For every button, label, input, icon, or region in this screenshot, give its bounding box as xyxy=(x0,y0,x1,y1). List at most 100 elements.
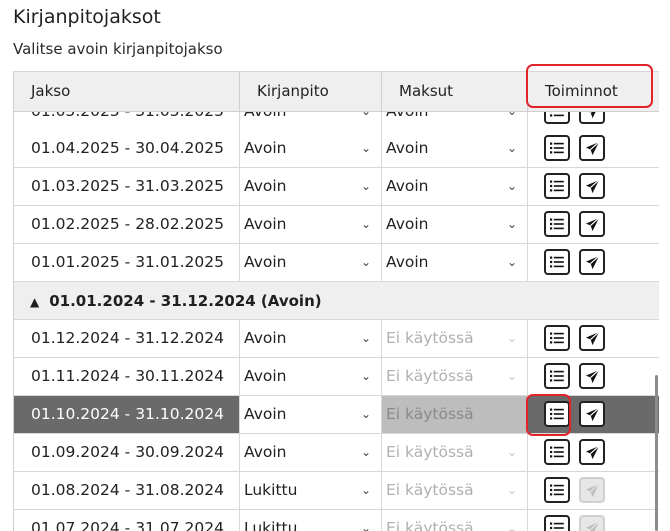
maksut-select: Ei käytössä ⌄ xyxy=(382,396,528,433)
period-cell: 01.04.2025 - 30.04.2025 xyxy=(14,130,240,167)
kirjanpito-value: Avoin xyxy=(244,367,287,385)
send-icon[interactable] xyxy=(579,211,605,237)
chevron-down-icon: ⌄ xyxy=(506,445,517,459)
send-icon xyxy=(579,515,605,531)
kirjanpito-select[interactable]: Avoin ⌄ xyxy=(240,320,382,357)
chevron-down-icon: ⌄ xyxy=(506,407,517,421)
maksut-value: Avoin xyxy=(386,215,429,233)
period-cell: 01.07.2024 - 31.07.2024 xyxy=(14,510,240,531)
period-cell: 01.12.2024 - 31.12.2024 xyxy=(14,320,240,357)
maksut-select[interactable]: Avoin ⌄ xyxy=(382,206,528,243)
list-icon[interactable] xyxy=(544,211,570,237)
list-icon[interactable] xyxy=(544,363,570,389)
chevron-down-icon: ⌄ xyxy=(506,255,517,269)
group-label: 01.01.2024 - 31.12.2024 (Avoin) xyxy=(49,292,322,310)
table-row[interactable]: 01.09.2024 - 30.09.2024 Avoin ⌄ Ei käytös… xyxy=(14,434,659,472)
kirjanpito-select[interactable]: Avoin ⌄ xyxy=(240,434,382,471)
table-row[interactable]: 01.07.2024 - 31.07.2024 Lukittu ⌄ Ei käyt… xyxy=(14,510,659,531)
chevron-down-icon: ⌄ xyxy=(360,407,371,421)
kirjanpito-value: Avoin xyxy=(244,139,287,157)
kirjanpito-select[interactable]: Avoin ⌄ xyxy=(240,358,382,395)
chevron-down-icon: ⌄ xyxy=(506,483,517,497)
kirjanpito-select[interactable]: Avoin ⌄ xyxy=(240,168,382,205)
maksut-select[interactable]: Avoin ⌄ xyxy=(382,130,528,167)
maksut-value: Avoin xyxy=(386,177,429,195)
maksut-value: Ei käytössä xyxy=(386,367,474,385)
chevron-down-icon: ⌄ xyxy=(506,369,517,383)
kirjanpito-select[interactable]: Avoin ⌄ xyxy=(240,206,382,243)
chevron-down-icon: ⌄ xyxy=(360,255,371,269)
send-icon[interactable] xyxy=(579,249,605,275)
table-row[interactable]: 01.11.2024 - 30.11.2024 Avoin ⌄ Ei käytös… xyxy=(14,358,659,396)
actions-cell xyxy=(528,358,659,395)
kirjanpito-value: Avoin xyxy=(244,177,287,195)
periods-table: Jakso Kirjanpito Maksut Toiminnot 01.05.… xyxy=(13,71,659,531)
list-icon[interactable] xyxy=(544,135,570,161)
kirjanpito-value: Avoin xyxy=(244,405,287,423)
table-row[interactable]: 01.04.2025 - 30.04.2025 Avoin ⌄ Avoin ⌄ xyxy=(14,130,659,168)
column-header-kirjanpito[interactable]: Kirjanpito xyxy=(240,72,382,111)
chevron-down-icon: ⌄ xyxy=(360,331,371,345)
maksut-value: Avoin xyxy=(386,253,429,271)
maksut-select: Ei käytössä ⌄ xyxy=(382,320,528,357)
column-header-maksut[interactable]: Maksut xyxy=(382,72,528,111)
chevron-down-icon: ⌄ xyxy=(360,179,371,193)
table-row[interactable]: 01.12.2024 - 31.12.2024 Avoin ⌄ Ei käytös… xyxy=(14,320,659,358)
kirjanpito-value: Avoin xyxy=(244,215,287,233)
table-row[interactable]: 01.02.2025 - 28.02.2025 Avoin ⌄ Avoin ⌄ xyxy=(14,206,659,244)
send-icon xyxy=(579,477,605,503)
chevron-down-icon: ⌄ xyxy=(506,331,517,345)
maksut-select[interactable]: Avoin ⌄ xyxy=(382,168,528,205)
maksut-select[interactable]: Avoin ⌄ xyxy=(382,244,528,281)
toiminnot-highlight xyxy=(526,64,653,108)
kirjanpito-select[interactable]: Lukittu ⌄ xyxy=(240,472,382,509)
page-title: Kirjanpitojaksot xyxy=(13,6,161,28)
send-icon[interactable] xyxy=(579,173,605,199)
table-row[interactable]: 01.01.2025 - 31.01.2025 Avoin ⌄ Avoin ⌄ xyxy=(14,244,659,282)
kirjanpito-value: Lukittu xyxy=(244,481,298,499)
list-icon[interactable] xyxy=(544,249,570,275)
kirjanpito-select[interactable]: Lukittu ⌄ xyxy=(240,510,382,531)
chevron-down-icon: ⌄ xyxy=(360,483,371,497)
period-cell: 01.02.2025 - 28.02.2025 xyxy=(14,206,240,243)
maksut-value: Ei käytössä xyxy=(386,443,474,461)
send-icon[interactable] xyxy=(579,439,605,465)
list-icon[interactable] xyxy=(544,173,570,199)
list-icon[interactable] xyxy=(544,439,570,465)
list-icon[interactable] xyxy=(544,515,570,531)
table-row[interactable]: 01.08.2024 - 31.08.2024 Lukittu ⌄ Ei käyt… xyxy=(14,472,659,510)
list-icon[interactable] xyxy=(544,325,570,351)
actions-cell xyxy=(528,510,659,531)
chevron-down-icon: ⌄ xyxy=(506,521,517,531)
period-cell: 01.08.2024 - 31.08.2024 xyxy=(14,472,240,509)
list-icon[interactable] xyxy=(544,477,570,503)
kirjanpito-select[interactable]: Avoin ⌄ xyxy=(240,396,382,433)
caret-up-icon[interactable]: ▲ xyxy=(30,283,39,321)
actions-cell xyxy=(528,206,659,243)
kirjanpito-value: Avoin xyxy=(244,253,287,271)
chevron-down-icon: ⌄ xyxy=(506,179,517,193)
table-row[interactable]: 01.03.2025 - 31.03.2025 Avoin ⌄ Avoin ⌄ xyxy=(14,168,659,206)
send-icon[interactable] xyxy=(579,135,605,161)
column-header-jakso[interactable]: Jakso xyxy=(14,72,240,111)
maksut-value: Ei käytössä xyxy=(386,405,474,423)
actions-cell xyxy=(528,168,659,205)
kirjanpito-value: Lukittu xyxy=(244,519,298,531)
period-cell: 01.09.2024 - 30.09.2024 xyxy=(14,434,240,471)
maksut-select: Ei käytössä ⌄ xyxy=(382,358,528,395)
period-cell: 01.11.2024 - 30.11.2024 xyxy=(14,358,240,395)
maksut-select: Ei käytössä ⌄ xyxy=(382,472,528,509)
send-icon[interactable] xyxy=(579,325,605,351)
group-row-2024[interactable]: ▲ 01.01.2024 - 31.12.2024 (Avoin) xyxy=(14,282,659,320)
kirjanpito-select[interactable]: Avoin ⌄ xyxy=(240,130,382,167)
chevron-down-icon: ⌄ xyxy=(360,445,371,459)
page-subtitle: Valitse avoin kirjanpitojakso xyxy=(13,40,223,58)
send-icon[interactable] xyxy=(579,401,605,427)
chevron-down-icon: ⌄ xyxy=(360,521,371,531)
maksut-select: Ei käytössä ⌄ xyxy=(382,434,528,471)
actions-cell xyxy=(528,244,659,281)
send-icon[interactable] xyxy=(579,363,605,389)
kirjanpito-select[interactable]: Avoin ⌄ xyxy=(240,244,382,281)
period-cell: 01.03.2025 - 31.03.2025 xyxy=(14,168,240,205)
vertical-scrollbar[interactable] xyxy=(655,375,658,531)
